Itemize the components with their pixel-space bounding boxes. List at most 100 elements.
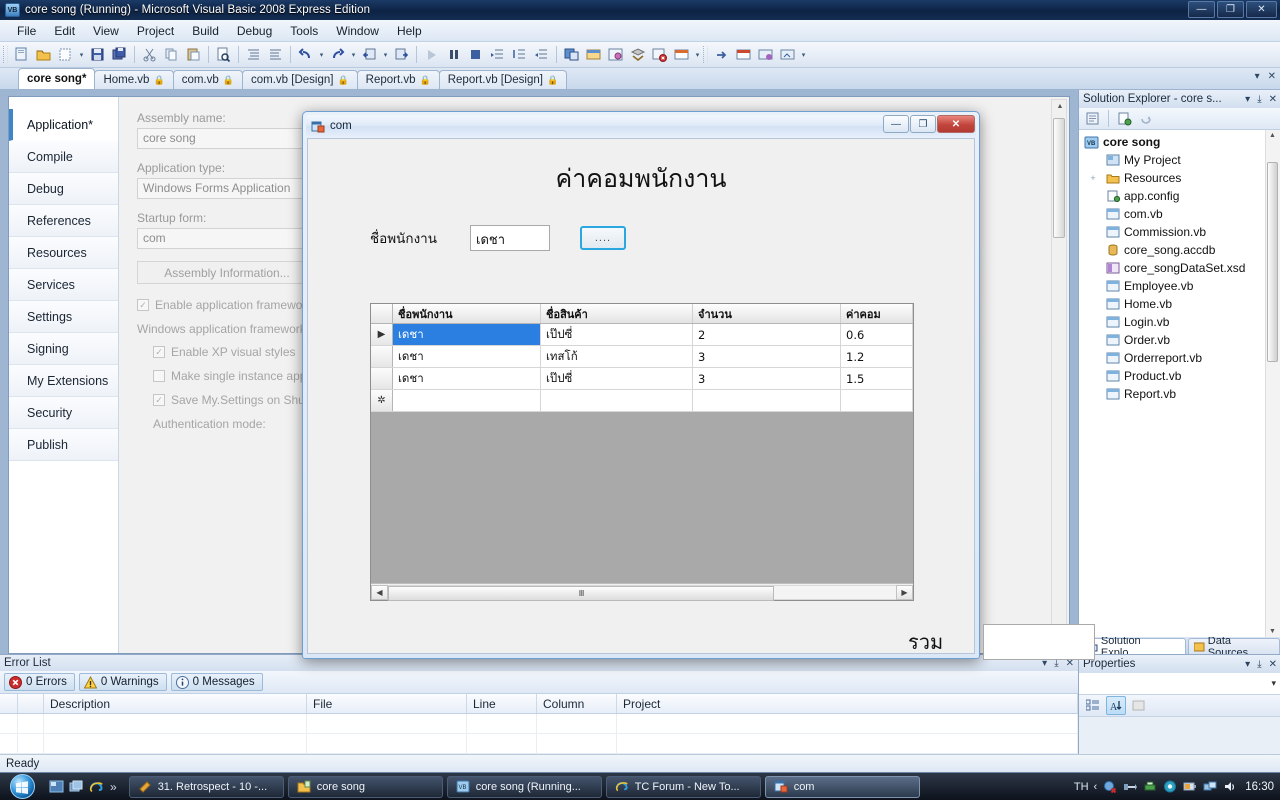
dock-tab-data-sources[interactable]: Data Sources bbox=[1187, 635, 1280, 659]
solution-explorer-scrollbar[interactable]: ▲ ▼ bbox=[1265, 130, 1280, 637]
pp-tab-application[interactable]: Application* bbox=[9, 109, 118, 141]
pp-tab-compile[interactable]: Compile bbox=[9, 141, 118, 173]
add-item-dropdown[interactable]: ▾ bbox=[77, 51, 86, 59]
cell-commission[interactable] bbox=[841, 390, 913, 411]
switch-windows-icon[interactable] bbox=[68, 779, 84, 795]
property-page-scrollbar[interactable]: ▲ ▼ bbox=[1051, 99, 1067, 651]
pp-tab-references[interactable]: References bbox=[9, 205, 118, 237]
add-new-item-icon[interactable] bbox=[55, 45, 76, 65]
maximize-button[interactable]: ❐ bbox=[910, 115, 936, 133]
scrollbar-thumb[interactable] bbox=[1267, 162, 1278, 362]
cell-commission[interactable]: 1.2 bbox=[841, 346, 913, 367]
undo-icon[interactable] bbox=[295, 45, 316, 65]
table-row[interactable] bbox=[0, 714, 1078, 734]
col-line[interactable]: Line bbox=[467, 694, 537, 713]
col-column[interactable]: Column bbox=[537, 694, 617, 713]
tree-node-com-vb[interactable]: com.vb bbox=[1079, 205, 1280, 223]
copy-icon[interactable] bbox=[161, 45, 182, 65]
tree-node-report-vb[interactable]: Report.vb bbox=[1079, 385, 1280, 403]
tab-report-vb-design[interactable]: Report.vb [Design] 🔒 bbox=[438, 70, 568, 89]
menu-item-project[interactable]: Project bbox=[128, 21, 183, 41]
commission-datagrid[interactable]: ชื่อพนักงาน ชื่อสินค้า จำนวน ค่าคอม ▶ เด… bbox=[370, 303, 914, 601]
row-selector[interactable] bbox=[371, 368, 393, 389]
scroll-left-icon[interactable]: ◀ bbox=[371, 584, 388, 600]
step-over-icon[interactable] bbox=[509, 45, 530, 65]
col-blank-2[interactable] bbox=[18, 694, 44, 713]
taskbar-item-com[interactable]: com bbox=[764, 775, 920, 798]
save-icon[interactable] bbox=[87, 45, 108, 65]
cell-product-name[interactable]: เป๊ปซี่ bbox=[541, 324, 693, 345]
cell-employee-name[interactable] bbox=[393, 390, 541, 411]
row-selector[interactable]: ▶ bbox=[371, 324, 393, 345]
tab-core-song[interactable]: core song* bbox=[18, 68, 96, 89]
column-header-employee-name[interactable]: ชื่อพนักงาน bbox=[393, 304, 541, 323]
cell-quantity[interactable]: 3 bbox=[693, 346, 841, 367]
minimize-button[interactable]: — bbox=[1188, 1, 1215, 18]
step-out-icon[interactable] bbox=[531, 45, 552, 65]
uncomment-icon[interactable] bbox=[265, 45, 286, 65]
scrollbar-thumb[interactable]: ‖‖ bbox=[388, 585, 775, 601]
cut-icon[interactable] bbox=[139, 45, 160, 65]
menu-item-build[interactable]: Build bbox=[183, 21, 228, 41]
column-header-commission[interactable]: ค่าคอม bbox=[841, 304, 913, 323]
cell-quantity[interactable]: 3 bbox=[693, 368, 841, 389]
solution-explorer-icon[interactable] bbox=[561, 45, 582, 65]
new-row[interactable]: ✲ bbox=[371, 390, 913, 412]
error-list-icon[interactable] bbox=[649, 45, 670, 65]
column-header-quantity[interactable]: จำนวน bbox=[693, 304, 841, 323]
cell-employee-name[interactable]: เดชา bbox=[393, 368, 541, 389]
tab-com-vb[interactable]: com.vb 🔒 bbox=[172, 70, 243, 89]
go-icon[interactable] bbox=[711, 45, 732, 65]
cell-commission[interactable]: 1.5 bbox=[841, 368, 913, 389]
pp-tab-signing[interactable]: Signing bbox=[9, 333, 118, 365]
tree-node-resources[interactable]: + Resources bbox=[1079, 169, 1280, 187]
tree-node-orderreport-vb[interactable]: Orderreport.vb bbox=[1079, 349, 1280, 367]
find-in-files-icon[interactable] bbox=[213, 45, 234, 65]
stop-icon[interactable] bbox=[465, 45, 486, 65]
window-3-icon[interactable] bbox=[777, 45, 798, 65]
dock-tab-solution-explorer[interactable]: Solution Explo... bbox=[1081, 635, 1186, 659]
paste-icon[interactable] bbox=[183, 45, 204, 65]
network-icon[interactable] bbox=[1202, 779, 1217, 794]
cell-quantity[interactable]: 2 bbox=[693, 324, 841, 345]
row-selector[interactable] bbox=[371, 346, 393, 367]
pp-tab-settings[interactable]: Settings bbox=[9, 301, 118, 333]
tree-node-app-config[interactable]: app.config bbox=[1079, 187, 1280, 205]
tree-node-order-vb[interactable]: Order.vb bbox=[1079, 331, 1280, 349]
tree-node-core-song[interactable]: VB core song bbox=[1079, 133, 1280, 151]
pp-tab-security[interactable]: Security bbox=[9, 397, 118, 429]
browse-button[interactable]: .... bbox=[580, 226, 626, 250]
antivirus-icon[interactable] bbox=[1102, 779, 1117, 794]
start-button[interactable] bbox=[2, 774, 42, 800]
tree-node-core-song-accdb[interactable]: core_song.accdb bbox=[1079, 241, 1280, 259]
cell-product-name[interactable]: เทสโก้ bbox=[541, 346, 693, 367]
categorized-icon[interactable] bbox=[1083, 696, 1103, 715]
pp-tab-resources[interactable]: Resources bbox=[9, 237, 118, 269]
chevron-down-icon[interactable]: ▾ bbox=[1255, 71, 1260, 82]
properties-grid[interactable] bbox=[1079, 717, 1280, 754]
tree-node-my-project[interactable]: My Project bbox=[1079, 151, 1280, 169]
tree-node-login-vb[interactable]: Login.vb bbox=[1079, 313, 1280, 331]
comment-icon[interactable] bbox=[243, 45, 264, 65]
menu-item-tools[interactable]: Tools bbox=[281, 21, 327, 41]
column-header-product-name[interactable]: ชื่อสินค้า bbox=[541, 304, 693, 323]
scrollbar-track[interactable]: ‖‖ bbox=[388, 584, 896, 601]
taskbar-item-tc-forum[interactable]: TC Forum - New To... bbox=[605, 775, 761, 798]
navigate-forward-icon[interactable] bbox=[391, 45, 412, 65]
quick-launch-overflow[interactable]: » bbox=[110, 780, 117, 794]
cell-product-name[interactable] bbox=[541, 390, 693, 411]
new-row-icon[interactable]: ✲ bbox=[371, 390, 393, 411]
toolbar-grip[interactable] bbox=[3, 46, 8, 63]
tree-expander[interactable]: + bbox=[1085, 173, 1101, 183]
toolbar-overflow[interactable]: ▾ bbox=[693, 51, 702, 59]
cell-quantity[interactable] bbox=[693, 390, 841, 411]
battery-icon[interactable] bbox=[1182, 779, 1197, 794]
alphabetical-icon[interactable]: A bbox=[1106, 696, 1126, 715]
scrollbar-thumb[interactable] bbox=[1053, 118, 1065, 238]
employee-name-input[interactable]: เดชา bbox=[470, 225, 550, 251]
tab-com-vb-design[interactable]: com.vb [Design] 🔒 bbox=[241, 70, 358, 89]
tray-expand-icon[interactable]: ‹ bbox=[1094, 781, 1098, 793]
step-into-icon[interactable] bbox=[487, 45, 508, 65]
taskbar-item-core-song-folder[interactable]: core song bbox=[287, 775, 443, 798]
clock[interactable]: 16:30 bbox=[1245, 781, 1274, 793]
